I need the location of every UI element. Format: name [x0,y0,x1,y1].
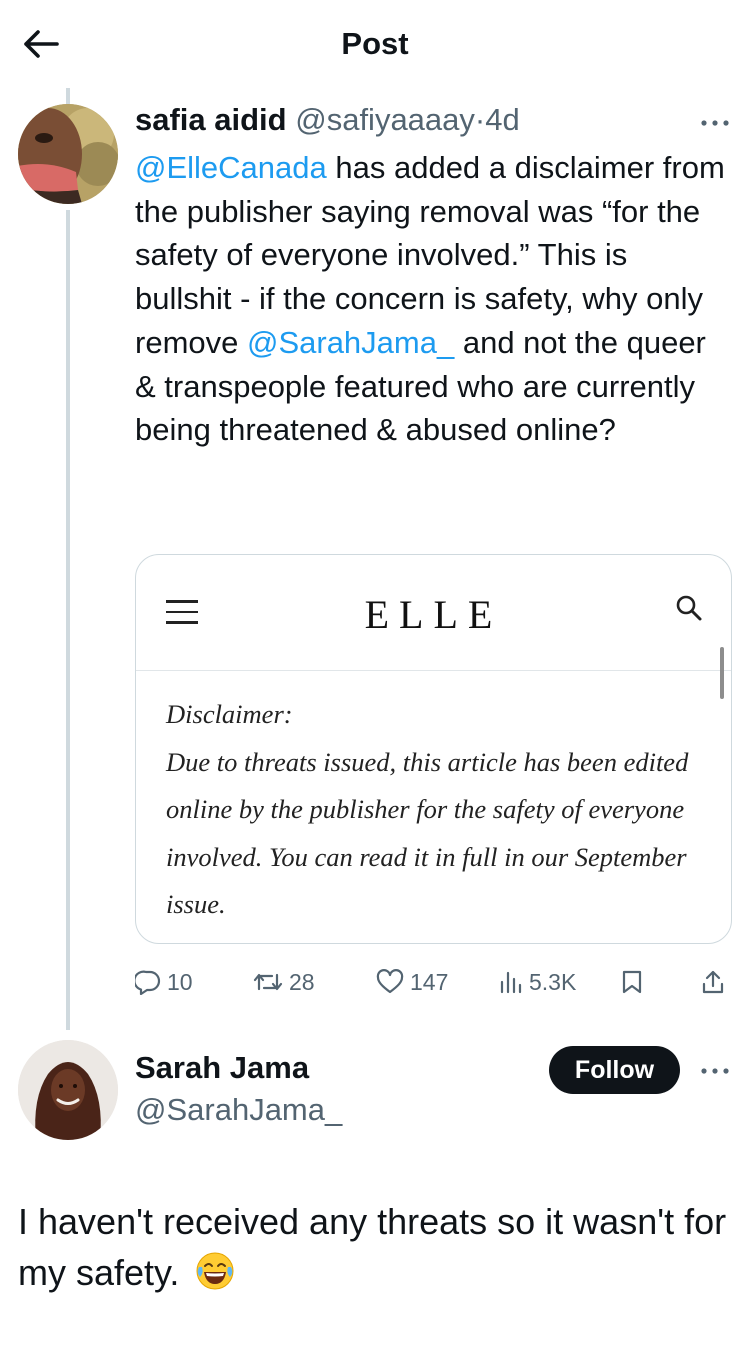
mention-link[interactable]: @SarahJama_ [247,325,454,360]
disclaimer: Disclaimer: Due to threats issued, this … [166,691,721,929]
elle-header: ELLE [136,555,731,671]
top-bar: Post [0,0,750,90]
reply-count: 10 [167,968,193,995]
thread-line [66,88,70,104]
more-icon[interactable] [695,108,735,138]
mention-link[interactable]: @ElleCanada [135,150,327,185]
like-count: 147 [410,968,449,995]
tweet-text-part: I haven't received any threats so it was… [18,1201,727,1293]
bookmark-icon [622,970,642,994]
repost-count: 28 [289,968,315,995]
author-name[interactable]: Sarah Jama [135,1050,309,1086]
tweet-text: @ElleCanada has added a disclaimer from … [135,146,725,452]
views-count: 5.3K [529,968,577,995]
like-icon [376,969,404,994]
reply-icon [135,970,161,995]
views-icon [500,971,522,994]
thread-line [66,210,70,1030]
more-icon[interactable] [695,1056,735,1086]
author-name[interactable]: safia aidid [135,102,287,137]
author-handle[interactable]: @safiyaaaay [295,102,475,137]
share-button[interactable] [701,962,725,1002]
bookmark-button[interactable] [621,962,643,1002]
tweet-header: safia aidid @safiyaaaay·4d [135,102,520,138]
author-handle[interactable]: @SarahJama_ [135,1092,342,1128]
elle-logo: ELLE [364,592,503,637]
reply-button[interactable]: 10 [135,962,193,1002]
separator-dot: · [474,102,486,137]
embedded-image-card[interactable]: ELLE Disclaimer: Due to threats issued, … [135,554,732,944]
repost-button[interactable]: 28 [253,962,315,1002]
action-bar: 10 28 147 5.3K [135,962,730,1002]
disclaimer-text: Due to threats issued, this article has … [166,746,689,920]
timestamp[interactable]: 4d [485,102,519,137]
avatar[interactable] [18,104,118,204]
share-icon [702,970,724,994]
tweet-text: I haven't received any threats so it was… [18,1196,733,1298]
laughing-tears-emoji-icon [195,1251,235,1291]
follow-button[interactable]: Follow [549,1046,680,1094]
disclaimer-title: Disclaimer: [166,699,293,729]
search-icon [674,593,704,623]
views-button[interactable]: 5.3K [499,962,576,1002]
repost-icon [253,973,283,991]
page-title: Post [341,26,409,61]
avatar[interactable] [18,1040,118,1140]
like-button[interactable]: 147 [376,962,448,1002]
